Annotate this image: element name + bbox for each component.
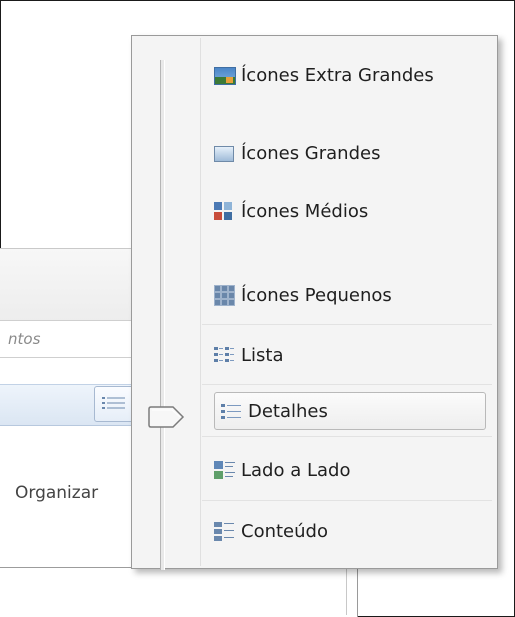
view-menu: Ícones Extra Grandes Ícones Grandes Ícon… [131,35,498,569]
large-icons-icon [214,143,236,163]
menu-item-medium-icons[interactable]: Ícones Médios [214,194,484,228]
menu-item-extra-large-icons[interactable]: Ícones Extra Grandes [214,58,484,92]
view-options-button[interactable] [94,386,136,422]
content-icon [214,521,236,541]
menu-item-label: Ícones Pequenos [241,284,392,306]
organize-label[interactable]: Organizar [15,483,98,503]
menu-vertical-separator [200,38,201,566]
menu-item-label: Lado a Lado [241,459,351,481]
menu-separator [202,384,492,385]
menu-item-label: Ícones Médios [241,200,369,222]
menu-item-label: Conteúdo [241,520,328,542]
tiles-icon [214,460,236,480]
menu-item-label: Detalhes [248,400,328,422]
menu-item-tiles[interactable]: Lado a Lado [214,453,484,487]
explorer-inner-border [346,567,347,615]
menu-separator [202,500,492,501]
menu-item-content[interactable]: Conteúdo [214,514,484,548]
details-icon [221,401,243,421]
search-placeholder: ntos [8,330,41,348]
view-size-slider-track[interactable] [160,60,165,570]
menu-item-label: Ícones Extra Grandes [241,64,434,86]
menu-item-label: Ícones Grandes [241,142,381,164]
view-size-slider-thumb[interactable] [147,405,187,429]
details-view-icon [102,397,125,409]
extra-large-icons-icon [214,65,236,85]
menu-separator [202,436,492,437]
menu-item-label: Lista [241,344,284,366]
list-icon [214,345,236,365]
small-icons-icon [214,285,236,306]
menu-item-list[interactable]: Lista [214,338,484,372]
menu-item-small-icons[interactable]: Ícones Pequenos [214,278,484,312]
menu-separator [202,324,492,325]
menu-item-large-icons[interactable]: Ícones Grandes [214,136,484,170]
medium-icons-icon [214,201,236,221]
menu-item-details[interactable]: Detalhes [214,392,486,430]
